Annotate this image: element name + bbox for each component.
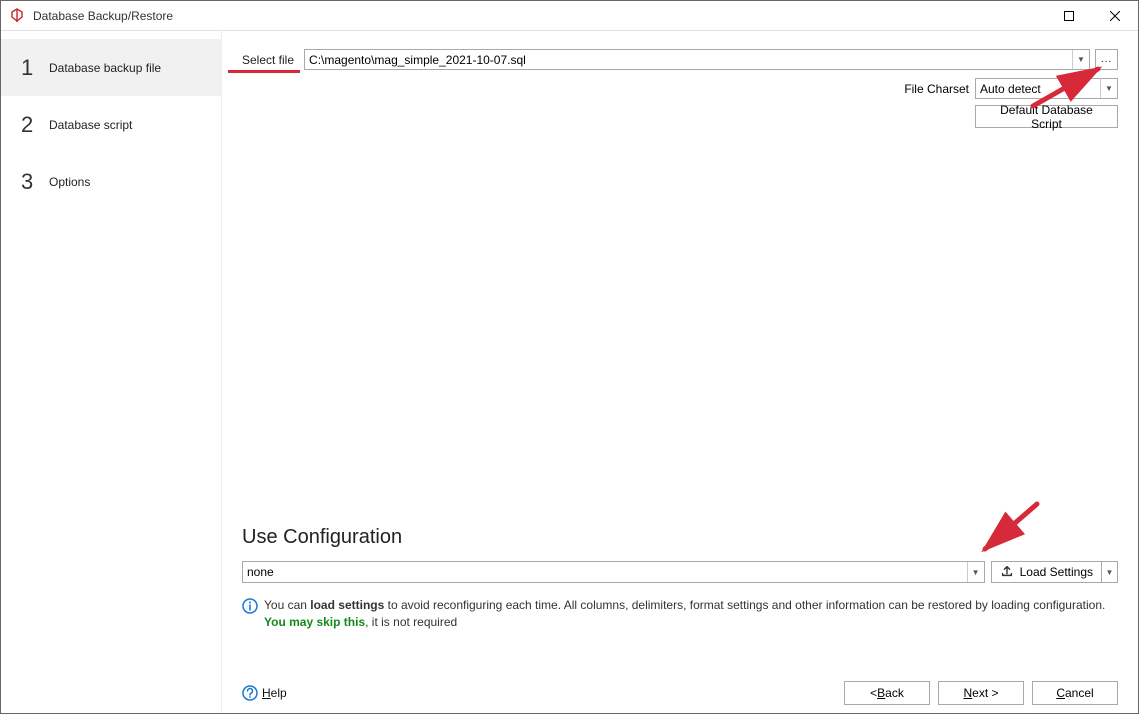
- browse-button[interactable]: ...: [1095, 49, 1118, 70]
- configuration-combo[interactable]: none ▼: [242, 561, 985, 583]
- annotation-underline: [228, 70, 300, 73]
- configuration-value: none: [243, 565, 967, 579]
- default-database-script-button[interactable]: Default Database Script: [975, 105, 1118, 128]
- step-number: 1: [21, 55, 43, 81]
- close-button[interactable]: [1092, 1, 1138, 31]
- step-database-backup-file[interactable]: 1 Database backup file: [1, 39, 221, 96]
- step-label: Options: [49, 175, 90, 189]
- window-title: Database Backup/Restore: [33, 9, 173, 23]
- use-configuration-section: Use Configuration none ▼ Load Settings ▼: [242, 526, 1118, 631]
- chevron-down-icon[interactable]: ▼: [1100, 79, 1117, 98]
- info-row: You can load settings to avoid reconfigu…: [242, 597, 1118, 631]
- chevron-down-icon[interactable]: ▼: [967, 562, 984, 582]
- wizard-sidebar: 1 Database backup file 2 Database script…: [1, 31, 222, 713]
- select-file-label-text: Select file: [242, 53, 294, 67]
- titlebar: Database Backup/Restore: [1, 1, 1138, 31]
- info-icon: [242, 598, 258, 614]
- load-settings-dropdown[interactable]: ▼: [1102, 561, 1118, 583]
- load-settings-label: Load Settings: [1020, 565, 1093, 579]
- main-panel: Select file ▼ ... File Charset Auto dete…: [222, 31, 1138, 713]
- file-charset-combo[interactable]: Auto detect ▼: [975, 78, 1118, 99]
- app-icon: [9, 8, 25, 24]
- select-file-label: Select file: [242, 53, 294, 67]
- load-settings-button[interactable]: Load Settings: [991, 561, 1102, 583]
- step-options[interactable]: 3 Options: [1, 153, 221, 210]
- step-number: 3: [21, 169, 43, 195]
- step-label: Database backup file: [49, 61, 161, 75]
- back-button[interactable]: < Back: [844, 681, 930, 705]
- use-configuration-title: Use Configuration: [242, 526, 1118, 549]
- step-label: Database script: [49, 118, 132, 132]
- step-number: 2: [21, 112, 43, 138]
- file-path-combo[interactable]: ▼: [304, 49, 1090, 70]
- file-path-input[interactable]: [305, 50, 1072, 69]
- chevron-down-icon[interactable]: ▼: [1072, 50, 1089, 69]
- upload-icon: [1000, 564, 1014, 581]
- file-charset-value: Auto detect: [976, 82, 1100, 96]
- help-link[interactable]: Help: [262, 686, 287, 700]
- maximize-button[interactable]: [1046, 1, 1092, 31]
- cancel-button[interactable]: Cancel: [1032, 681, 1118, 705]
- step-database-script[interactable]: 2 Database script: [1, 96, 221, 153]
- next-button[interactable]: Next >: [938, 681, 1024, 705]
- info-text: You can load settings to avoid reconfigu…: [264, 597, 1118, 631]
- file-charset-label: File Charset: [904, 82, 969, 96]
- help-icon: [242, 685, 258, 701]
